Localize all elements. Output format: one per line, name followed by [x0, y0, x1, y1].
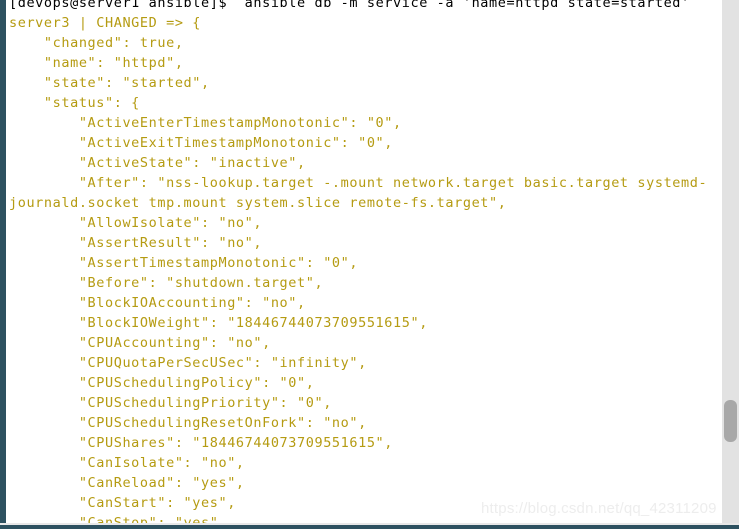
output-line: "After": "nss-lookup.target -.mount netw…: [9, 175, 708, 191]
vertical-scrollbar-track[interactable]: [722, 0, 739, 523]
output-line: "CPUAccounting": "no",: [9, 335, 271, 351]
output-line: "AssertTimestampMonotonic": "0",: [9, 255, 359, 271]
output-line: "ActiveExitTimestampMonotonic": "0",: [9, 135, 394, 151]
window-bottom-border: [0, 525, 739, 529]
output-line: "BlockIOAccounting": "no",: [9, 295, 306, 311]
output-line: "CPUSchedulingPriority": "0",: [9, 395, 332, 411]
output-line: "BlockIOWeight": "18446744073709551615",: [9, 315, 428, 331]
output-line: "AssertResult": "no",: [9, 235, 263, 251]
vertical-scrollbar-thumb[interactable]: [724, 400, 737, 442]
watermark-text: https://blog.csdn.net/qq_42311209: [481, 500, 717, 517]
output-line: "state": "started",: [9, 75, 210, 91]
output-line: server3 | CHANGED => {: [9, 15, 202, 31]
window-left-border-inner: [6, 0, 8, 523]
output-line: "changed": true,: [9, 35, 184, 51]
output-line: "status": {: [9, 95, 140, 111]
output-line: "Before": "shutdown.target",: [9, 275, 324, 291]
output-line: "ActiveState": "inactive",: [9, 155, 306, 171]
output-line: "CanReload": "yes",: [9, 475, 245, 491]
output-line: "CPUShares": "18446744073709551615",: [9, 435, 394, 451]
terminal-window: [devops@server1 ansible]$ ansible db -m …: [0, 0, 739, 529]
output-line: "CPUSchedulingPolicy": "0",: [9, 375, 315, 391]
output-line: journald.socket tmp.mount system.slice r…: [9, 195, 507, 211]
output-line: "ActiveEnterTimestampMonotonic": "0",: [9, 115, 402, 131]
shell-prompt: [devops@server1 ansible]$: [9, 0, 236, 11]
shell-command: ansible db -m service -a 'name=httpd sta…: [235, 0, 690, 11]
output-line: "CanIsolate": "no",: [9, 455, 245, 471]
output-line: "CPUSchedulingResetOnFork": "no",: [9, 415, 367, 431]
output-line: "CPUQuotaPerSecUSec": "infinity",: [9, 355, 367, 371]
command-line: [devops@server1 ansible]$ ansible db -m …: [9, 0, 721, 13]
output-line: "name": "httpd",: [9, 55, 184, 71]
terminal-output-area[interactable]: [devops@server1 ansible]$ ansible db -m …: [9, 0, 721, 529]
output-line: "AllowIsolate": "no",: [9, 215, 263, 231]
